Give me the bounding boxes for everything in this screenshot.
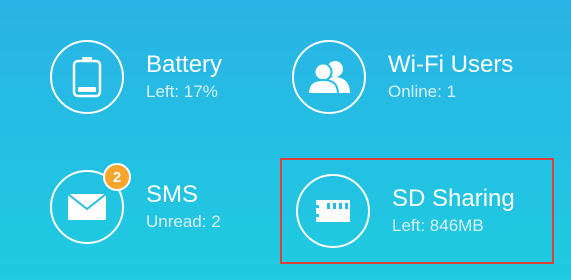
sms-subtitle: Unread: 2 (146, 212, 221, 231)
wifi-users-tile[interactable]: Wi-Fi Users Online: 1 (292, 40, 513, 114)
battery-icon (72, 57, 102, 98)
sms-text: SMS Unread: 2 (146, 181, 221, 233)
battery-title: Battery (146, 51, 223, 78)
sms-tile[interactable]: 2 SMS Unread: 2 (50, 163, 221, 244)
battery-icon-circle (50, 40, 124, 114)
wifi-users-subtitle: Online: 1 (388, 82, 457, 101)
sd-sharing-title: SD Sharing (392, 185, 515, 212)
sms-icon-circle: 2 (50, 163, 131, 244)
battery-tile[interactable]: Battery Left: 17% (50, 40, 222, 114)
sd-sharing-subtitle: Left: 846MB (392, 216, 484, 235)
envelope-icon (67, 193, 107, 220)
unread-count-badge: 2 (103, 163, 131, 191)
battery-text: Battery Left: 17% (146, 51, 222, 103)
wifi-users-title: Wi-Fi Users (388, 51, 514, 78)
battery-level-fill (78, 87, 96, 92)
sms-title: SMS (146, 181, 199, 208)
battery-subtitle: Left: 17% (146, 82, 218, 101)
sd-sharing-icon-circle (296, 174, 370, 248)
wifi-users-text: Wi-Fi Users Online: 1 (388, 51, 513, 103)
users-icon (306, 61, 350, 94)
dashboard-screen: Battery Left: 17% Wi-Fi Users Online: 1 … (0, 0, 571, 280)
sd-sharing-text: SD Sharing Left: 846MB (392, 185, 515, 237)
wifi-users-icon-circle (292, 40, 366, 114)
sd-card-icon (316, 200, 350, 222)
sd-sharing-tile[interactable]: SD Sharing Left: 846MB (280, 158, 554, 264)
